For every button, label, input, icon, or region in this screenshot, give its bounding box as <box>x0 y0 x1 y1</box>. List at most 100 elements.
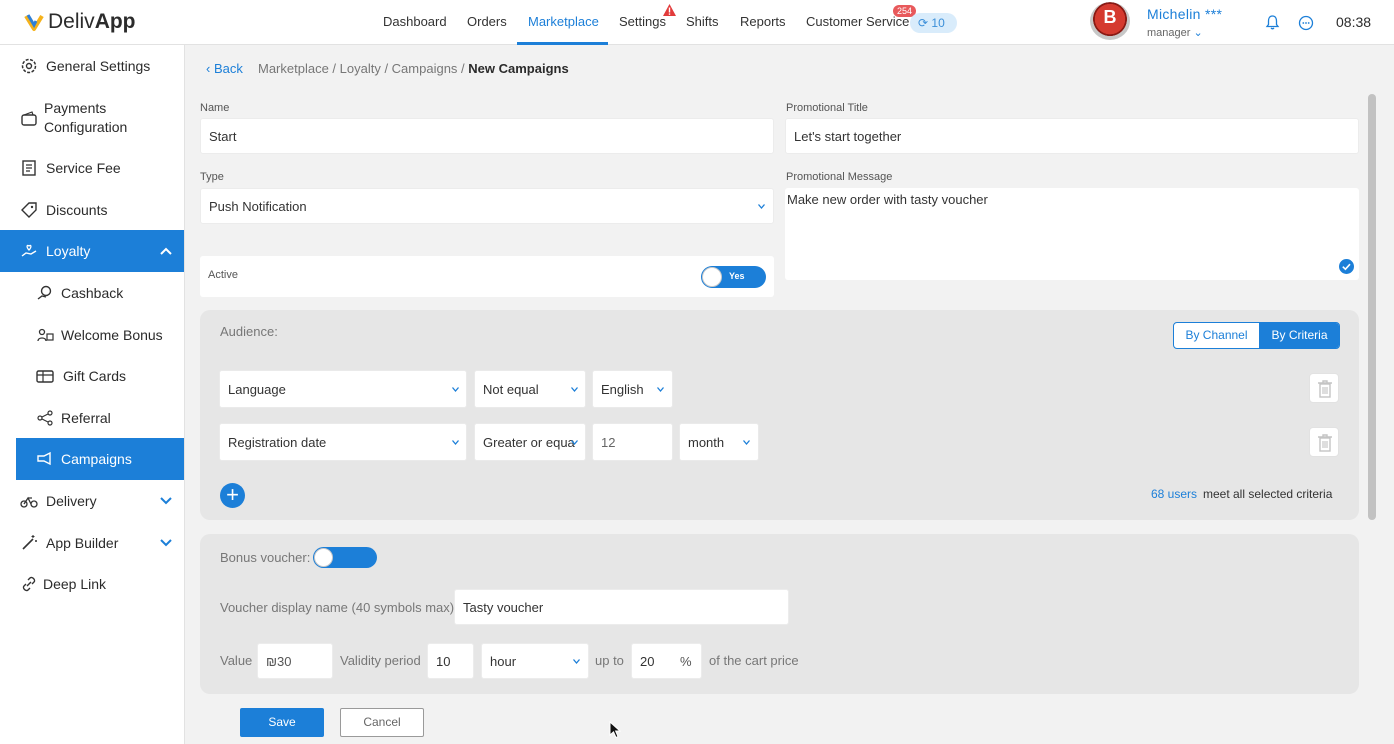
bonus-voucher-label: Bonus voucher: <box>220 550 311 565</box>
sidebar-item-service-fee[interactable]: Service Fee <box>0 147 184 189</box>
sidebar-item-label: Loyalty <box>46 243 91 259</box>
value-input[interactable]: ₪30 <box>257 643 333 679</box>
add-criteria-button[interactable]: + <box>220 483 245 508</box>
breadcrumb: Marketplace / Loyalty / Campaigns / New … <box>258 61 569 76</box>
bell-icon[interactable] <box>1265 15 1280 30</box>
voucher-display-name-input[interactable]: Tasty voucher <box>454 589 789 625</box>
type-label: Type <box>200 171 224 183</box>
sidebar-item-deep-link[interactable]: Deep Link <box>0 563 184 605</box>
toggle-label: Yes <box>729 271 745 281</box>
gift-card-icon <box>36 370 54 383</box>
sidebar-item-app-builder[interactable]: App Builder <box>0 522 184 564</box>
sidebar-item-label: Payments Configuration <box>44 100 128 135</box>
refresh-icon: ⟳ <box>918 16 929 30</box>
chevron-down-icon <box>452 387 459 392</box>
scrollbar[interactable] <box>1368 94 1376 520</box>
users-count[interactable]: 68 users <box>1151 487 1197 501</box>
cashback-icon <box>37 285 52 300</box>
sidebar-item-campaigns[interactable]: Campaigns <box>16 438 184 480</box>
criteria-unit-select[interactable]: month <box>679 423 759 461</box>
sidebar-item-label: Service Fee <box>46 160 121 176</box>
cart-price-label: of the cart price <box>709 653 799 668</box>
chevron-down-icon: ⌄ <box>1193 27 1203 39</box>
brand-name: DelivApp <box>48 10 136 33</box>
nav-shifts[interactable]: Shifts <box>686 0 719 45</box>
chevron-down-icon <box>743 440 750 445</box>
wand-icon <box>22 535 37 550</box>
sidebar-item-general-settings[interactable]: General Settings <box>0 45 184 87</box>
by-channel-button[interactable]: By Channel <box>1174 323 1259 348</box>
cart-percent-input[interactable]: 20 % <box>631 643 702 679</box>
sidebar-item-gift-cards[interactable]: Gift Cards <box>0 355 184 397</box>
validity-period-input[interactable]: 10 <box>427 643 474 679</box>
validity-period-label: Validity period <box>340 653 421 668</box>
sidebar-item-cashback[interactable]: Cashback <box>0 272 184 314</box>
sidebar-item-payments[interactable]: Payments Configuration <box>0 93 184 143</box>
validity-unit-select[interactable]: hour <box>481 643 589 679</box>
name-input[interactable]: Start <box>200 118 774 154</box>
chat-icon[interactable] <box>1298 15 1314 31</box>
nav-dashboard[interactable]: Dashboard <box>383 0 447 45</box>
sidebar-item-referral[interactable]: Referral <box>0 397 184 439</box>
mouse-cursor-icon <box>609 721 621 739</box>
criteria-value-select[interactable]: English <box>592 370 673 408</box>
save-button[interactable]: Save <box>240 708 324 737</box>
share-icon <box>37 410 53 426</box>
nav-orders[interactable]: Orders <box>467 0 507 45</box>
gear-icon <box>21 58 37 74</box>
nav-marketplace[interactable]: Marketplace <box>528 0 599 45</box>
user-name[interactable]: Michelin *** <box>1147 6 1222 22</box>
delete-criteria-button[interactable] <box>1309 427 1339 457</box>
criteria-field-select[interactable]: Registration date <box>219 423 467 461</box>
cycle-counter[interactable]: ⟳ 10 <box>910 13 957 33</box>
active-toggle[interactable]: Yes <box>701 266 766 288</box>
percent-sign: % <box>680 653 692 669</box>
chevron-down-icon <box>758 204 765 209</box>
cycle-count: 10 <box>931 16 945 30</box>
criteria-field-select[interactable]: Language <box>219 370 467 408</box>
sidebar-item-delivery[interactable]: Delivery <box>0 480 184 522</box>
promo-message-label: Promotional Message <box>786 171 893 183</box>
sidebar-item-loyalty[interactable]: Loyalty <box>0 230 184 272</box>
nav-reports[interactable]: Reports <box>740 0 786 45</box>
back-link[interactable]: ‹ Back <box>206 61 243 76</box>
sidebar-item-label: Delivery <box>46 493 97 509</box>
value-label: Value <box>220 653 253 668</box>
bike-icon <box>20 496 38 508</box>
active-row: Active Yes <box>200 256 774 297</box>
sidebar-item-discounts[interactable]: Discounts <box>0 189 184 231</box>
chevron-left-icon: ‹ <box>206 61 211 76</box>
link-icon <box>22 576 36 592</box>
active-tab-indicator <box>517 42 608 45</box>
sidebar-item-label: Campaigns <box>61 451 132 467</box>
type-select[interactable]: Push Notification <box>200 188 774 224</box>
app-logo[interactable]: DelivApp <box>24 10 136 34</box>
plus-icon: + <box>226 482 239 507</box>
promo-title-input[interactable]: Let's start together <box>785 118 1359 154</box>
trash-icon <box>1318 380 1332 398</box>
avatar[interactable]: B <box>1090 2 1130 40</box>
cancel-button[interactable]: Cancel <box>340 708 424 737</box>
promo-title-label: Promotional Title <box>786 102 868 114</box>
up-to-label: up to <box>595 653 624 668</box>
user-role[interactable]: manager ⌄ <box>1147 26 1203 39</box>
nav-settings[interactable]: Settings <box>619 0 666 45</box>
delete-criteria-button[interactable] <box>1309 373 1339 403</box>
bonus-voucher-toggle[interactable] <box>313 547 377 568</box>
criteria-operator-select[interactable]: Greater or equa <box>474 423 586 461</box>
chevron-down-icon <box>160 497 172 505</box>
check-circle-icon <box>1339 259 1354 274</box>
promo-message-textarea[interactable]: Make new order with tasty voucher <box>785 188 1359 280</box>
sidebar: General Settings Payments Configuration … <box>0 45 185 744</box>
logo-icon <box>24 14 44 31</box>
criteria-operator-select[interactable]: Not equal <box>474 370 586 408</box>
criteria-value-input[interactable]: 12 <box>592 423 673 461</box>
chevron-down-icon <box>160 539 172 547</box>
sidebar-item-label: Cashback <box>61 285 124 301</box>
by-criteria-button[interactable]: By Criteria <box>1259 323 1339 348</box>
active-label: Active <box>208 269 238 281</box>
welcome-icon <box>37 328 54 342</box>
chevron-down-icon <box>657 387 664 392</box>
sidebar-item-welcome-bonus[interactable]: Welcome Bonus <box>0 314 184 356</box>
sidebar-item-label: App Builder <box>46 535 119 551</box>
